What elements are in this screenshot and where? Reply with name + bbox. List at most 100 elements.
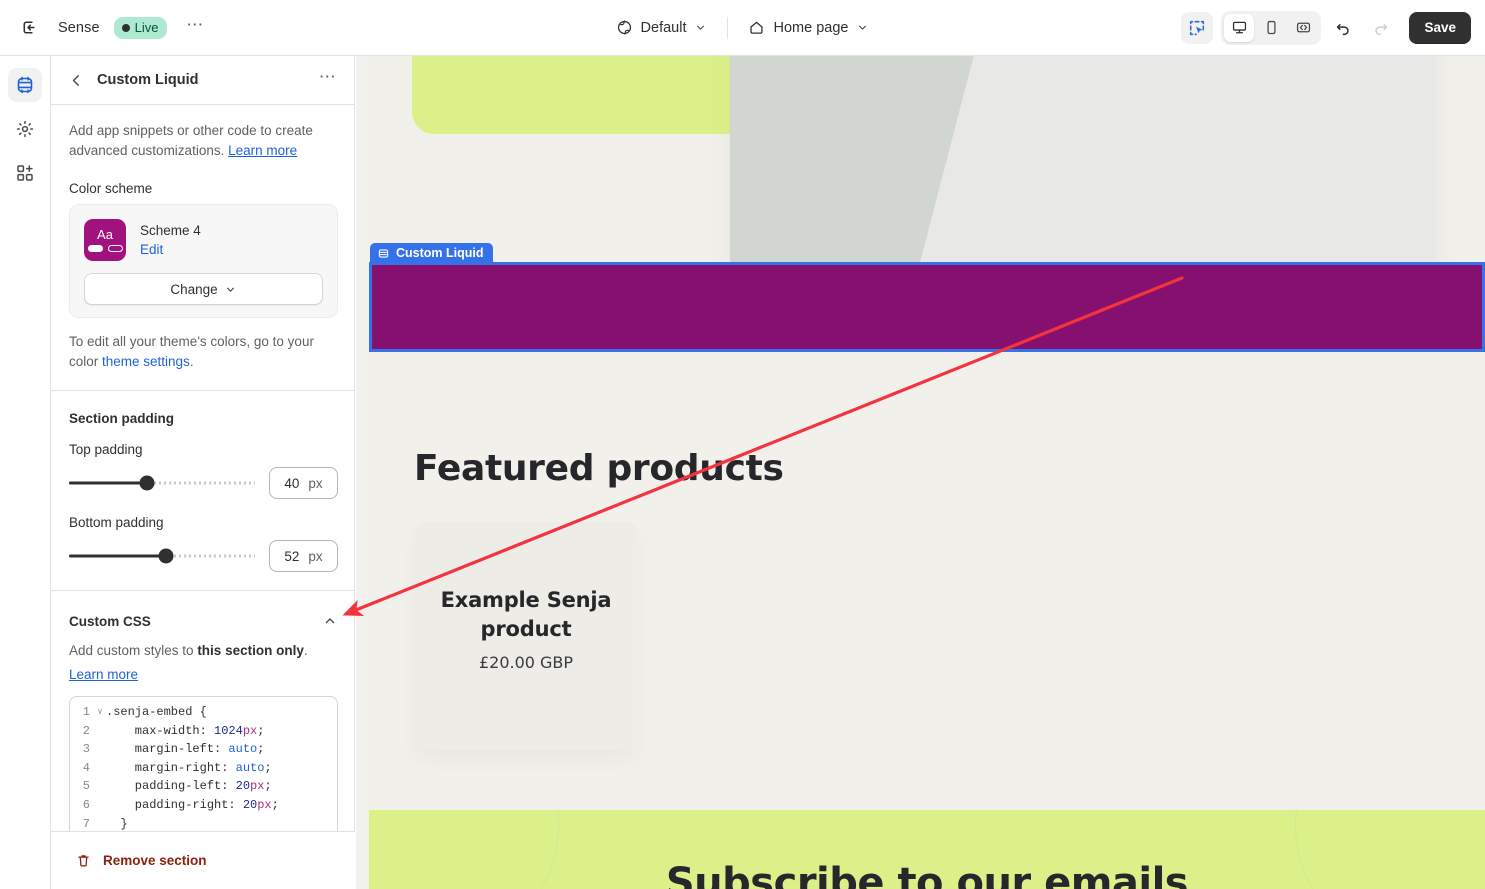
change-color-scheme-button[interactable]: Change: [84, 273, 323, 305]
undo-icon: [1337, 23, 1350, 35]
featured-products-section[interactable]: Featured products Example Senja product …: [362, 356, 1485, 828]
code-line-text: padding-right: 20px;: [106, 797, 279, 812]
storefront-preview: Custom Liquid Featured products Example …: [362, 56, 1485, 889]
device-mobile-button[interactable]: [1256, 14, 1286, 42]
hero-image-card: [730, 56, 1436, 282]
page-selector-label: Home page: [773, 19, 849, 36]
cursor-select-icon: [1190, 20, 1205, 35]
custom-css-desc-bold: this section only: [197, 643, 304, 658]
color-scheme-card: Aa Scheme 4 Edit Change: [69, 204, 338, 318]
swatch-pill-solid-icon: [87, 244, 103, 252]
top-padding-input[interactable]: 40 px: [269, 467, 338, 499]
home-icon: [750, 21, 764, 34]
theme-selector-label: Default: [640, 19, 687, 36]
hero-lime-shape: [412, 56, 760, 134]
theme-colors-helper: To edit all your theme's colors, go to y…: [69, 332, 338, 372]
store-name[interactable]: Sense: [58, 20, 100, 36]
sidebar-more-button[interactable]: ⋯: [314, 66, 342, 94]
code-fold-toggle-icon: [94, 740, 106, 759]
device-fullwidth-button[interactable]: [1288, 14, 1318, 42]
undo-button[interactable]: [1327, 12, 1359, 44]
change-button-label: Change: [170, 281, 218, 297]
code-line: 4 margin-right: auto;: [74, 759, 333, 778]
custom-css-description: Add custom styles to this section only.: [69, 641, 338, 661]
product-card[interactable]: Example Senja product £20.00 GBP: [415, 522, 637, 750]
swatch-pills: [87, 244, 123, 252]
color-scheme-edit-link[interactable]: Edit: [140, 240, 201, 259]
custom-css-collapse-chevron[interactable]: [322, 613, 338, 629]
bottom-padding-input[interactable]: 52 px: [269, 540, 338, 572]
exit-editor-button[interactable]: [14, 13, 44, 43]
page-selector[interactable]: Home page: [740, 12, 877, 44]
code-fold-toggle-icon: [94, 722, 106, 741]
topbar-more-button[interactable]: ⋯: [181, 14, 209, 42]
subscribe-title: Subscribe to our emails: [665, 860, 1189, 889]
top-padding-slider[interactable]: [69, 474, 255, 492]
theme-helper-suffix: .: [189, 354, 194, 369]
code-fold-toggle-icon: [94, 759, 106, 778]
code-line-number: 4: [82, 760, 90, 775]
code-fold-toggle-icon: [94, 796, 106, 815]
color-scheme-name: Scheme 4: [140, 222, 201, 238]
sidebar-header: Custom Liquid ⋯: [51, 56, 354, 105]
theme-selector[interactable]: Default: [608, 12, 716, 44]
inspector-select-button[interactable]: [1181, 11, 1214, 44]
swatch-aa-label: Aa: [97, 226, 113, 242]
custom-css-code-editor[interactable]: 1 ∨ .senja-embed {2 max-width: 1024px; 3 ma…: [69, 696, 338, 843]
bottom-padding-slider[interactable]: [69, 547, 255, 565]
liquid-section-icon: [378, 248, 389, 258]
save-button[interactable]: Save: [1409, 11, 1471, 44]
bottom-padding-value: 52: [284, 548, 300, 564]
rail-item-sections[interactable]: [8, 68, 42, 102]
description-learn-more-link[interactable]: Learn more: [228, 143, 297, 158]
code-line: 6 padding-right: 20px;: [74, 796, 333, 815]
remove-section-button[interactable]: Remove section: [69, 846, 215, 875]
sidebar-scroll-area[interactable]: Add app snippets or other code to create…: [51, 105, 354, 889]
settings-sidebar: Custom Liquid ⋯ Add app snippets or othe…: [51, 56, 355, 889]
preview-canvas: Custom Liquid Featured products Example …: [356, 56, 1485, 889]
theme-settings-link[interactable]: theme settings: [102, 354, 190, 369]
custom-css-learn-more-link[interactable]: Learn more: [69, 667, 138, 682]
code-line: 1 ∨ .senja-embed {: [74, 703, 333, 722]
top-padding-unit: px: [308, 475, 323, 491]
left-icon-rail: [0, 56, 51, 889]
hero-section[interactable]: [362, 56, 1485, 282]
gear-icon: [16, 120, 34, 138]
selected-section-badge[interactable]: Custom Liquid: [370, 243, 493, 263]
code-line: 5 padding-left: 20px;: [74, 777, 333, 796]
slider-thumb[interactable]: [139, 475, 155, 491]
slider-thumb[interactable]: [158, 548, 174, 564]
code-line-text: margin-left: auto;: [106, 742, 265, 757]
mobile-icon: [1267, 20, 1276, 35]
chevron-down-icon: [859, 25, 867, 30]
device-preview-group: [1221, 10, 1322, 45]
status-dot-icon: [121, 23, 130, 32]
divider: [51, 390, 354, 391]
bottom-padding-label: Bottom padding: [69, 515, 164, 530]
code-line-number: 5: [82, 779, 90, 794]
rail-item-settings[interactable]: [8, 112, 42, 146]
bottom-padding-control: 52 px: [69, 540, 338, 572]
color-scheme-info: Scheme 4 Edit: [140, 222, 201, 259]
top-padding-label: Top padding: [69, 442, 143, 457]
color-scheme-label: Color scheme: [69, 181, 153, 196]
code-fold-toggle-icon[interactable]: ∨: [94, 703, 106, 722]
subscribe-section[interactable]: Subscribe to our emails: [369, 810, 1485, 889]
code-line-text: max-width: 1024px;: [106, 723, 265, 738]
code-line: 2 max-width: 1024px;: [74, 722, 333, 741]
code-line-number: 1: [82, 705, 90, 719]
code-line-text: margin-right: auto;: [106, 760, 272, 775]
topbar-divider: [727, 16, 729, 39]
color-scheme-swatch: Aa: [84, 219, 126, 261]
custom-liquid-section[interactable]: [369, 262, 1485, 352]
custom-css-desc-suffix: .: [303, 643, 308, 658]
rail-item-apps[interactable]: [8, 156, 42, 190]
device-desktop-button[interactable]: [1224, 13, 1255, 42]
chevron-down-icon: [226, 287, 234, 292]
globe-icon: [617, 20, 631, 35]
code-line: 3 margin-left: auto;: [74, 740, 333, 759]
section-padding-heading: Section padding: [69, 411, 175, 426]
sidebar-back-button[interactable]: [65, 69, 87, 91]
custom-css-header[interactable]: Custom CSS: [69, 613, 338, 629]
redo-button[interactable]: [1365, 12, 1397, 44]
